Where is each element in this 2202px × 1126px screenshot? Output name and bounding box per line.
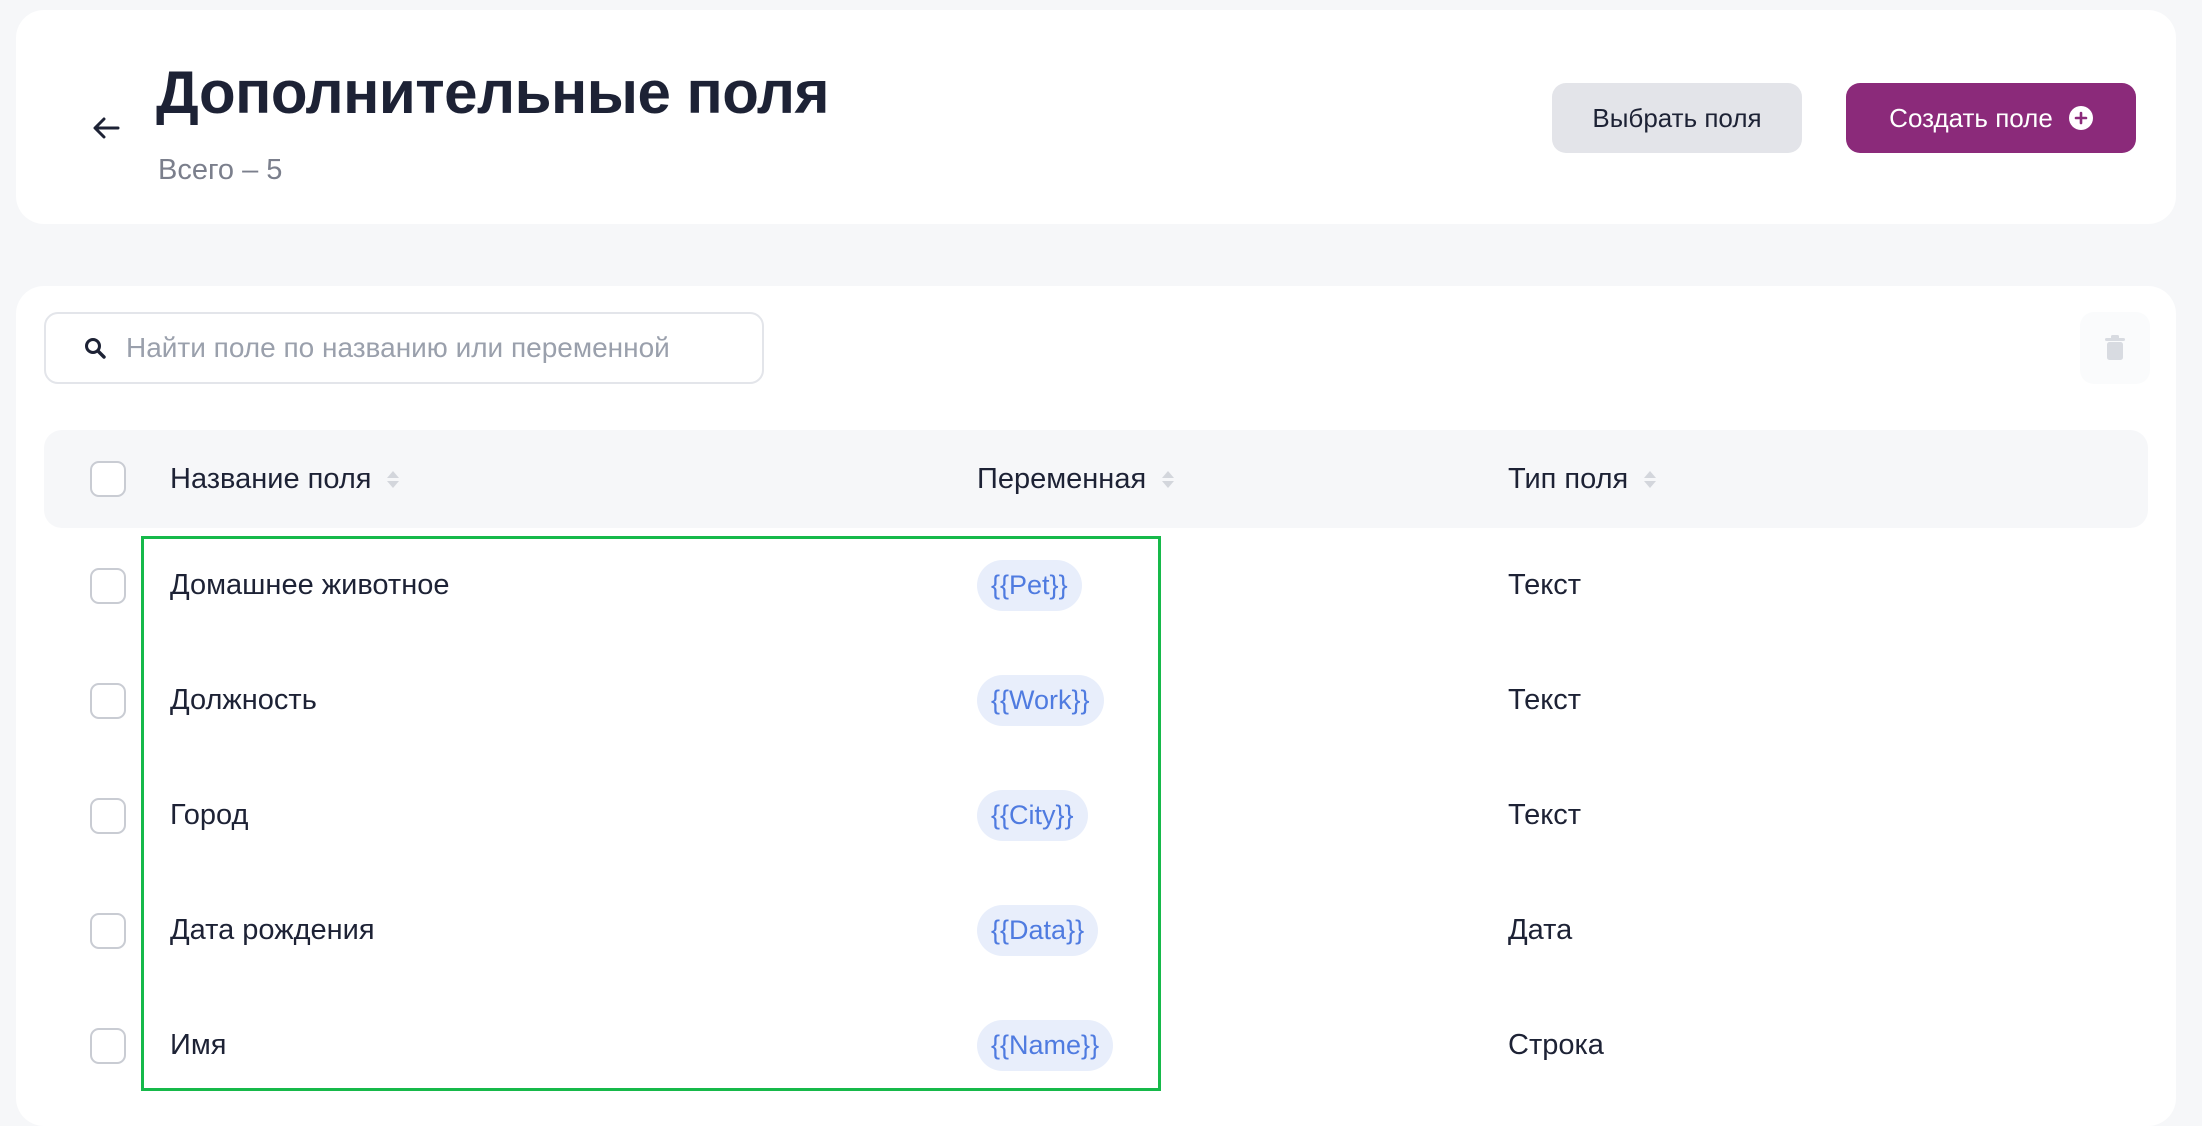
create-field-label: Создать поле: [1889, 102, 2053, 133]
delete-button[interactable]: [2080, 312, 2150, 384]
create-field-button[interactable]: Создать поле: [1846, 83, 2136, 153]
field-type: Строка: [1508, 1029, 1604, 1061]
variable-chip[interactable]: {{Work}}: [977, 675, 1104, 726]
search-input[interactable]: [126, 332, 726, 364]
field-type: Текст: [1508, 569, 1582, 601]
table-row[interactable]: Дата рождения {{Data}} Дата: [44, 873, 2148, 988]
row-checkbox[interactable]: [90, 913, 126, 949]
field-name: Домашнее животное: [170, 569, 450, 601]
column-header-label: Тип поля: [1508, 462, 1629, 495]
table-row[interactable]: Город {{City}} Текст: [44, 758, 2148, 873]
column-header-name[interactable]: Название поля: [170, 430, 400, 528]
row-checkbox[interactable]: [90, 568, 126, 604]
column-header-variable[interactable]: Переменная: [977, 430, 1175, 528]
sort-icon[interactable]: [1644, 470, 1657, 488]
table-header: Название поля Переменная Тип поля: [44, 430, 2148, 528]
search-box[interactable]: [44, 312, 764, 384]
trash-icon: [2105, 335, 2125, 360]
field-type: Текст: [1508, 799, 1582, 831]
variable-chip[interactable]: {{Name}}: [977, 1020, 1114, 1071]
select-fields-label: Выбрать поля: [1592, 102, 1762, 133]
arrow-left-icon: [93, 117, 120, 139]
field-name: Имя: [170, 1029, 227, 1061]
field-type: Текст: [1508, 684, 1582, 716]
page-header: Дополнительные поля Всего – 5 Выбрать по…: [16, 10, 2176, 224]
table-row[interactable]: Должность {{Work}} Текст: [44, 643, 2148, 758]
row-checkbox[interactable]: [90, 683, 126, 719]
table-row[interactable]: Домашнее животное {{Pet}} Текст: [44, 528, 2148, 643]
sort-icon[interactable]: [387, 470, 400, 488]
variable-chip[interactable]: {{Pet}}: [977, 560, 1082, 611]
page-title: Дополнительные поля: [156, 59, 830, 126]
back-button[interactable]: [82, 104, 130, 152]
fields-table-card: Название поля Переменная Тип поля Домашн…: [16, 286, 2176, 1126]
row-checkbox[interactable]: [90, 1028, 126, 1064]
column-header-type[interactable]: Тип поля: [1508, 430, 1657, 528]
search-icon: [85, 338, 106, 359]
select-fields-button[interactable]: Выбрать поля: [1552, 83, 1802, 153]
field-name: Дата рождения: [170, 914, 375, 946]
sort-icon[interactable]: [1162, 470, 1175, 488]
plus-circle-icon: [2068, 106, 2093, 130]
row-checkbox[interactable]: [90, 798, 126, 834]
column-header-label: Переменная: [977, 462, 1147, 495]
field-name: Город: [170, 799, 249, 831]
variable-chip[interactable]: {{Data}}: [977, 905, 1099, 956]
table-row[interactable]: Имя {{Name}} Строка: [44, 988, 2148, 1103]
fields-count: Всего – 5: [158, 154, 283, 186]
field-type: Дата: [1508, 914, 1573, 946]
variable-chip[interactable]: {{City}}: [977, 790, 1088, 841]
column-header-label: Название поля: [170, 462, 372, 495]
select-all-checkbox[interactable]: [90, 461, 126, 497]
field-name: Должность: [170, 684, 317, 716]
